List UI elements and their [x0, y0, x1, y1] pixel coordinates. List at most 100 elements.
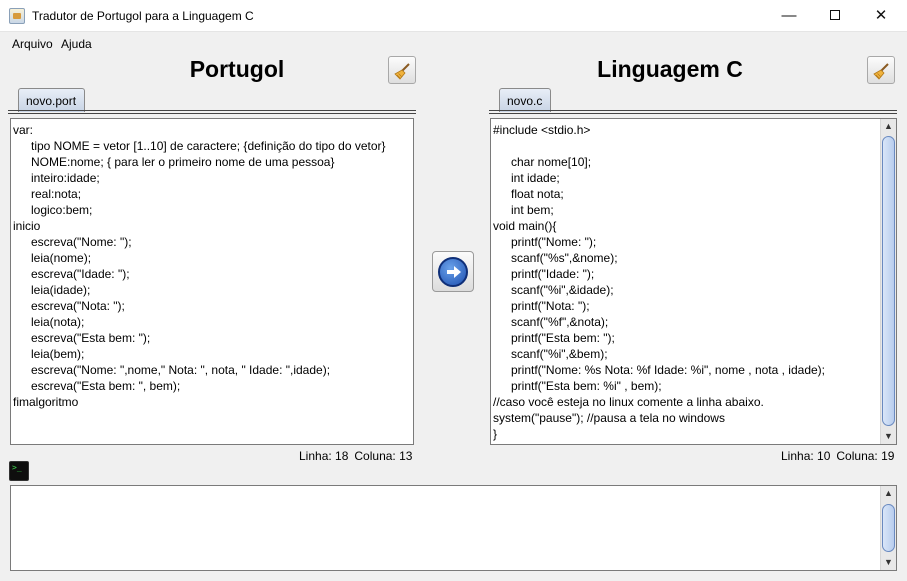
code-line: logico:bem;: [13, 202, 411, 218]
code-line-text: NOME:nome; { para ler o primeiro nome de…: [31, 155, 335, 169]
code-line: leia(bem);: [13, 346, 411, 362]
code-line: printf("Esta bem: %i" , bem);: [493, 378, 894, 394]
tab-strip-portugol: [8, 110, 416, 114]
code-line-text: #include <stdio.h>: [493, 123, 591, 137]
code-line-text: escreva("Idade: ");: [31, 267, 130, 281]
code-line: escreva("Nome: ",nome," Nota: ", nota, "…: [13, 362, 411, 378]
scroll-up-icon[interactable]: ▲: [881, 486, 896, 501]
translate-button[interactable]: [432, 251, 474, 292]
portugol-column-label: Coluna: 13: [354, 449, 413, 463]
minimize-button[interactable]: —: [766, 0, 812, 32]
code-line: #include <stdio.h>: [493, 122, 894, 138]
close-button[interactable]: ✕: [858, 0, 904, 32]
portugol-line-label: Linha: 18: [299, 449, 349, 463]
linguagem-c-title: Linguagem C: [597, 56, 743, 82]
code-line: tipo NOME = vetor [1..10] de caractere; …: [13, 138, 411, 154]
code-line: int bem;: [493, 202, 894, 218]
code-line-text: var:: [13, 123, 34, 137]
tab-novo-port[interactable]: novo.port: [18, 88, 85, 112]
terminal-icon[interactable]: >_: [9, 461, 29, 481]
code-line: void main(){: [493, 218, 894, 234]
code-line-text: printf("Idade: ");: [511, 267, 595, 281]
c-status: Linha: 10 Coluna: 19: [781, 449, 894, 463]
code-line-text: real:nota;: [31, 187, 82, 201]
code-line: printf("Idade: ");: [493, 266, 894, 282]
code-line: scanf("%i",&idade);: [493, 282, 894, 298]
code-line: escreva("Nome: ");: [13, 234, 411, 250]
scroll-thumb[interactable]: [882, 136, 895, 426]
scroll-down-icon[interactable]: ▼: [881, 555, 896, 570]
clean-c-button[interactable]: [867, 56, 895, 84]
code-line: var:: [13, 122, 411, 138]
code-line: printf("Nome: ");: [493, 234, 894, 250]
code-line-text: system("pause"); //pausa a tela no windo…: [493, 411, 725, 425]
maximize-icon: [830, 9, 840, 20]
c-column-label: Coluna: 19: [836, 449, 895, 463]
code-line-text: scanf("%s",&nome);: [511, 251, 618, 265]
code-line-text: float nota;: [511, 187, 564, 201]
code-line-text: printf("Nome: %s Nota: %f Idade: %i", no…: [511, 363, 825, 377]
scroll-thumb[interactable]: [882, 504, 895, 552]
code-line: scanf("%i",&bem);: [493, 346, 894, 362]
code-line: fimalgoritmo: [13, 394, 411, 410]
code-line-text: escreva("Esta bem: ", bem);: [31, 379, 181, 393]
code-line: scanf("%s",&nome);: [493, 250, 894, 266]
code-line: inicio: [13, 218, 411, 234]
code-line-text: leia(nome);: [31, 251, 92, 265]
menu-bar: Arquivo Ajuda: [0, 33, 907, 54]
broom-icon: [394, 63, 410, 80]
tab-strip-c: [489, 110, 897, 114]
title-bar: Tradutor de Portugol para a Linguagem C …: [0, 0, 907, 32]
code-line-text: }: [493, 427, 498, 441]
code-line-text: fimalgoritmo: [13, 395, 79, 409]
code-line: escreva("Idade: ");: [13, 266, 411, 282]
maximize-button[interactable]: [812, 0, 858, 32]
console-output[interactable]: [10, 485, 897, 571]
code-line-text: inteiro:idade;: [31, 171, 100, 185]
menu-ajuda[interactable]: Ajuda: [61, 37, 92, 51]
code-line: NOME:nome; { para ler o primeiro nome de…: [13, 154, 411, 170]
code-line: inteiro:idade;: [13, 170, 411, 186]
portugol-editor[interactable]: var: tipo NOME = vetor [1..10] de caracte…: [10, 118, 414, 445]
c-editor-scrollbar[interactable]: ▲ ▼: [880, 119, 896, 444]
code-line-text: printf("Nota: ");: [511, 299, 590, 313]
code-line: char nome[10];: [493, 154, 894, 170]
code-line-text: escreva("Nome: ");: [31, 235, 132, 249]
window-title: Tradutor de Portugol para a Linguagem C: [32, 9, 254, 23]
code-line-text: escreva("Nota: ");: [31, 299, 125, 313]
code-line: printf("Esta bem: ");: [493, 330, 894, 346]
code-line-text: logico:bem;: [31, 203, 93, 217]
menu-arquivo[interactable]: Arquivo: [12, 37, 53, 51]
c-line-label: Linha: 10: [781, 449, 831, 463]
code-line-text: leia(bem);: [31, 347, 85, 361]
code-line: escreva("Esta bem: ", bem);: [13, 378, 411, 394]
scroll-down-icon[interactable]: ▼: [881, 429, 896, 444]
code-line-text: escreva("Esta bem: ");: [31, 331, 151, 345]
tab-novo-c[interactable]: novo.c: [499, 88, 551, 112]
code-line: int idade;: [493, 170, 894, 186]
code-line-text: scanf("%i",&idade);: [511, 283, 614, 297]
code-line-text: printf("Esta bem: %i" , bem);: [511, 379, 662, 393]
arrow-right-icon: [438, 257, 468, 287]
scroll-up-icon[interactable]: ▲: [881, 119, 896, 134]
clean-portugol-button[interactable]: [388, 56, 416, 84]
code-line-text: scanf("%i",&bem);: [511, 347, 608, 361]
code-line-text: inicio: [13, 219, 41, 233]
minimize-icon: —: [781, 7, 797, 24]
code-line-text: printf("Esta bem: ");: [511, 331, 615, 345]
code-line-text: int idade;: [511, 171, 560, 185]
code-line-text: tipo NOME = vetor [1..10] de caractere; …: [31, 139, 386, 153]
broom-icon: [873, 63, 889, 80]
code-line: escreva("Esta bem: ");: [13, 330, 411, 346]
app-icon: [9, 8, 25, 24]
c-editor[interactable]: #include <stdio.h> char nome[10]; int idad…: [490, 118, 897, 445]
code-line: printf("Nome: %s Nota: %f Idade: %i", no…: [493, 362, 894, 378]
code-line-text: escreva("Nome: ",nome," Nota: ", nota, "…: [31, 363, 331, 377]
code-line-text: void main(){: [493, 219, 557, 233]
console-scrollbar[interactable]: ▲ ▼: [880, 486, 896, 570]
code-line: float nota;: [493, 186, 894, 202]
code-line-text: printf("Nome: ");: [511, 235, 597, 249]
close-icon: ✕: [874, 7, 888, 24]
code-line-text: leia(nota);: [31, 315, 85, 329]
